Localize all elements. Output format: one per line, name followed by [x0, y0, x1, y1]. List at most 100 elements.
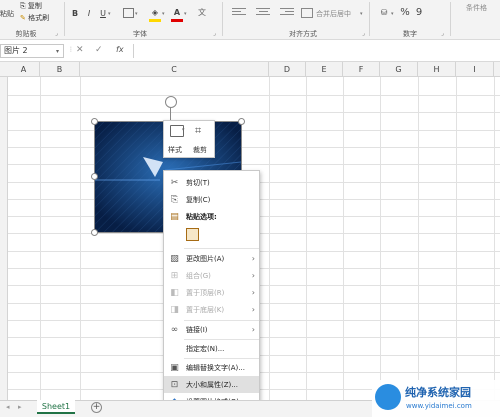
menu-item-group: ⊞ 组合(G) › [164, 267, 259, 284]
copy-label: 复制 [27, 2, 42, 10]
chevron-down-icon[interactable]: ▾ [182, 127, 185, 133]
column-gridline [306, 77, 307, 400]
fill-color-button[interactable]: ◈ [149, 5, 161, 19]
phonetic-button[interactable]: 文 [196, 5, 208, 19]
chevron-down-icon[interactable]: ▾ [391, 11, 394, 17]
copy-button[interactable]: ⎘ 复制 [20, 1, 42, 11]
crop-label[interactable]: 裁剪 [193, 145, 207, 155]
clipboard-launcher-icon[interactable]: ⌟ [55, 30, 58, 37]
border-icon[interactable] [123, 8, 134, 18]
menu-item-edit-alt-text[interactable]: ▣ 编辑替换文字(A)... [164, 359, 259, 376]
column-header-f[interactable]: F [343, 62, 380, 77]
resize-handle-top-right[interactable] [238, 118, 245, 125]
number-launcher-icon[interactable]: ⌟ [441, 30, 444, 37]
bold-button[interactable]: B [70, 7, 80, 19]
column-header-c[interactable]: C [80, 62, 269, 77]
column-header-b[interactable]: B [40, 62, 80, 77]
context-menu: ✂ 剪切(T) ⎘ 复制(C) ▤ 粘贴选项: ▨ 更改图片(A) › ⊞ 组合(G) › ◧… [163, 170, 260, 412]
column-gridline [269, 77, 270, 400]
alignment-launcher-icon[interactable]: ⌟ [362, 30, 365, 37]
chevron-down-icon[interactable]: ▾ [56, 48, 59, 55]
excel-window: 粘贴 ⎘ 复制 ✎ 格式刷 剪贴板 ⌟ B I U ▾ ▾ ◈ ▾ A ▾ 文 … [0, 0, 500, 417]
menu-item-label: 剪切(T) [186, 178, 210, 187]
percent-button[interactable]: % [399, 6, 411, 18]
column-header-i[interactable]: I [456, 62, 494, 77]
merge-center-button[interactable]: 合并后居中 [316, 9, 351, 19]
format-painter-label: 格式刷 [28, 14, 50, 22]
column-header-e[interactable]: E [306, 62, 343, 77]
chevron-right-icon: › [251, 325, 255, 334]
column-header-a[interactable]: A [8, 62, 40, 77]
conditional-format-button[interactable]: 条件格 [466, 3, 487, 13]
resize-handle-top-left[interactable] [91, 118, 98, 125]
format-painter-button[interactable]: ✎ 格式刷 [20, 13, 49, 23]
clipboard-group-label: 剪贴板 [15, 30, 37, 38]
paste-button[interactable]: 粘贴 [0, 2, 14, 26]
chevron-down-icon[interactable]: ▾ [360, 11, 363, 17]
watermark-logo-icon [375, 384, 401, 410]
scroll-tabs-left-icon[interactable]: ◂ [6, 403, 10, 411]
menu-item-label: 指定宏(N)... [186, 344, 225, 353]
menu-item-send-to-back: ◨ 置于底层(K) › [164, 301, 259, 318]
menu-item-link[interactable]: ∞ 链接(I) › [164, 321, 259, 338]
comma-style-button[interactable]: 9 [414, 6, 424, 18]
brush-icon: ✎ [20, 14, 26, 22]
insert-function-button[interactable]: fx [116, 45, 124, 54]
italic-button[interactable]: I [84, 7, 94, 19]
chevron-down-icon[interactable]: ▾ [184, 11, 187, 17]
add-sheet-button[interactable]: + [91, 402, 102, 413]
watermark-title: 纯净系统家园 [405, 386, 471, 399]
name-box[interactable]: 图片 2 [0, 44, 64, 58]
sheet-tab-sheet1[interactable]: Sheet1 [37, 400, 75, 414]
row-header-column [0, 77, 8, 400]
scroll-tabs-right-icon[interactable]: ▸ [18, 403, 22, 411]
menu-item-copy[interactable]: ⎘ 复制(C) [164, 191, 259, 208]
currency-icon[interactable]: ⛁ [378, 6, 390, 18]
confirm-button[interactable]: ✓ [95, 45, 103, 55]
menu-separator [184, 248, 259, 249]
chevron-right-icon: › [251, 271, 255, 280]
chevron-right-icon: › [251, 305, 255, 314]
menu-item-assign-macro[interactable]: 指定宏(N)... [164, 340, 259, 357]
column-header-h[interactable]: H [418, 62, 456, 77]
merge-icon [301, 8, 313, 18]
resize-handle-left[interactable] [91, 173, 98, 180]
more-options-icon[interactable]: ⋮ [68, 46, 74, 53]
menu-item-size-properties[interactable]: ⊡ 大小和属性(Z)... [164, 376, 259, 393]
menu-item-change-picture[interactable]: ▨ 更改图片(A) › [164, 250, 259, 267]
align-center-icon[interactable] [256, 8, 270, 18]
column-header-d[interactable]: D [269, 62, 306, 77]
row-gridline [8, 95, 500, 96]
ribbon: 粘贴 ⎘ 复制 ✎ 格式刷 剪贴板 ⌟ B I U ▾ ▾ ◈ ▾ A ▾ 文 … [0, 0, 500, 40]
paste-picture-option-icon[interactable] [186, 228, 199, 241]
rotate-handle-icon[interactable] [165, 96, 177, 108]
underline-button[interactable]: U [98, 7, 108, 19]
send-back-icon: ◨ [170, 304, 179, 315]
row-gridline [8, 112, 500, 113]
column-header-g[interactable]: G [380, 62, 418, 77]
change-picture-icon: ▨ [170, 253, 179, 264]
crop-icon[interactable]: ⌗ [195, 124, 201, 138]
row-gridline [8, 164, 500, 165]
wen-icon: 文 [198, 7, 206, 17]
link-icon: ∞ [170, 324, 179, 335]
chevron-down-icon[interactable]: ▾ [162, 11, 165, 17]
resize-handle-bottom-left[interactable] [91, 229, 98, 236]
chevron-down-icon[interactable]: ▾ [108, 11, 111, 17]
ribbon-divider [369, 2, 370, 36]
size-properties-icon: ⊡ [170, 379, 179, 390]
font-color-button[interactable]: A [171, 5, 183, 19]
align-right-icon[interactable] [280, 8, 294, 18]
style-label[interactable]: 样式 [168, 145, 182, 155]
scissors-icon: ✂ [170, 177, 179, 188]
menu-item-label: 大小和属性(Z)... [186, 380, 238, 389]
menu-item-cut[interactable]: ✂ 剪切(T) [164, 174, 259, 191]
chevron-down-icon[interactable]: ▾ [135, 11, 138, 17]
cancel-button[interactable]: ✕ [76, 45, 84, 55]
align-left-icon[interactable] [232, 8, 246, 18]
paste-icon: ▤ [170, 211, 179, 222]
formula-input[interactable] [136, 44, 500, 58]
copy-icon: ⎘ [20, 2, 26, 10]
font-launcher-icon[interactable]: ⌟ [213, 30, 216, 37]
formula-divider [133, 44, 134, 58]
